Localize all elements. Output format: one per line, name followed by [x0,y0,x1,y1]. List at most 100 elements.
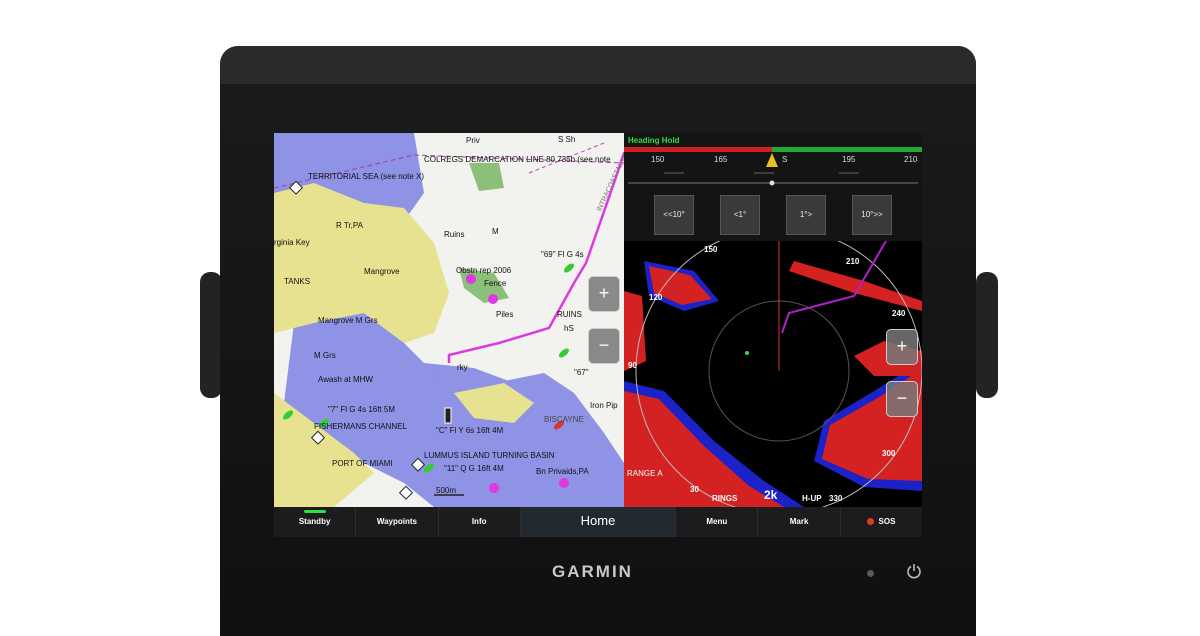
heading-scale-label: 210 [904,155,918,164]
device-top-bezel [220,46,976,84]
radar-display[interactable]: 150 210 120 240 90 300 30 330 RANGE A RI… [624,241,922,507]
bottom-navigation-bar: Standby Waypoints Info Home Menu Mark SO… [274,507,922,537]
radar-bearing-label: 210 [846,257,860,266]
chart-label: Awash at MHW [318,375,373,384]
tab-home[interactable]: Home [520,507,677,537]
chart-label: COLREGS DEMARCATION LINE 80.735b (see no… [424,155,611,164]
sos-icon [867,518,875,526]
tab-menu-label: Menu [706,517,728,526]
heading-pointer-icon [766,153,778,167]
tab-waypoints-label: Waypoints [376,517,417,526]
radar-range-value: 2k [764,488,778,502]
heading-scale-label: S [782,155,788,164]
rudder-indicator [769,180,775,186]
heading-scale-label: 165 [714,155,728,164]
tab-home-label: Home [580,513,616,528]
chart-label: RUINS [557,310,582,319]
right-side-knob [976,272,998,398]
radar-rings-label: RINGS [712,494,738,503]
chart-label: Obstn rep 2006 [456,266,512,275]
step-right-10-button[interactable]: 10°>> [852,195,892,235]
radar-bearing-label: 120 [649,293,663,302]
nav-aid-marker [559,478,569,488]
chart-label: Bn Privaids,PA [536,467,589,476]
display-screen: Priv S Sh COLREGS DEMARCATION LINE 80.73… [274,133,922,537]
nav-aid-marker [466,274,476,284]
radar-echo [624,291,646,371]
heading-scale-label: 150 [651,155,665,164]
left-side-knob [200,272,222,398]
radar-bearing-label: 30 [690,485,699,494]
chart-label: Fence [484,279,507,288]
chart-label: TERRITORIAL SEA (see note X) [308,172,425,181]
chart-label: FISHERMANS CHANNEL [314,422,407,431]
chart-label: Iron Pip [590,401,618,410]
chart-label: R Tr,PA [336,221,363,230]
chart-label: "7" Fl G 4s 16ft 5M [328,405,396,414]
step-left-10-button[interactable]: <<10° [654,195,694,235]
own-vessel-icon [444,407,452,424]
chart-label: rky [457,363,468,372]
chart-label: M [492,227,499,236]
navigation-chart-pane[interactable]: Priv S Sh COLREGS DEMARCATION LINE 80.73… [274,133,624,507]
radar-graphics [624,241,922,507]
chart-label: Ruins [444,230,465,239]
chart-label: "C" Fl Y 6s 16ft 4M [436,426,504,435]
chart-zoom-in-button[interactable]: + [588,276,620,312]
chart-label: PORT OF MIAMI [332,459,393,468]
radar-bearing-label: 90 [628,361,637,370]
chart-label: BISCAYNE [544,415,584,424]
heading-scale-label: 195 [842,155,856,164]
radar-range-status: RANGE A [627,469,663,478]
autopilot-panel: Heading Hold 150 165 S 195 210 <<10° <1°… [624,133,922,241]
radar-echo [789,261,922,311]
radar-zoom-out-button[interactable]: − [886,381,918,417]
radar-bearing-label: 240 [892,309,906,318]
chart-label: Mangrove M Grs [318,316,378,325]
chart-label: hS [564,324,574,333]
diamond-marker [398,485,414,500]
green-buoy-marker [559,348,569,358]
tab-mark[interactable]: Mark [758,507,841,537]
chart-label: S Sh [558,135,576,144]
chart-label: "69" Fl G 4s [541,250,584,259]
tab-sos-label: SOS [878,517,896,526]
radar-bearing-label: 150 [704,245,718,254]
chart-label: "11" Q G 16ft 4M [444,464,504,473]
tab-menu[interactable]: Menu [676,507,759,537]
heading-scale [624,147,922,186]
radar-target-marker [745,351,749,355]
chart-label: "67" [574,368,589,377]
tab-standby[interactable]: Standby [274,507,357,537]
chart-label: TANKS [284,277,311,286]
tab-waypoints[interactable]: Waypoints [356,507,439,537]
chart-label: LUMMUS ISLAND TURNING BASIN [424,451,555,460]
status-led-icon [867,570,874,577]
brand-logo: GARMIN [552,562,633,581]
nav-aid-marker [488,294,498,304]
marsh-area [469,163,504,191]
radar-orientation-label: H-UP [802,494,822,503]
tab-standby-label: Standby [298,517,331,526]
radar-pane[interactable]: Heading Hold 150 165 S 195 210 <<10° <1°… [624,133,922,507]
standby-indicator [303,510,326,513]
power-icon[interactable] [906,563,922,579]
step-right-1-button[interactable]: 1°> [786,195,826,235]
radar-zoom-in-button[interactable]: + [886,329,918,365]
tab-info[interactable]: Info [439,507,521,537]
radar-bearing-label: 330 [829,494,843,503]
chart-label: Priv [466,136,480,145]
chart-label: 500m [436,486,457,495]
radar-bearing-label: 300 [882,449,896,458]
chart-label: Piles [496,310,514,319]
chart-label: Mangrove [364,267,400,276]
nav-aid-marker [489,483,499,493]
tab-sos[interactable]: SOS [841,507,922,537]
chart-label: rginia Key [274,238,310,247]
chart-zoom-out-button[interactable]: − [588,328,620,364]
green-buoy-marker [564,263,574,273]
step-left-1-button[interactable]: <1° [720,195,760,235]
tab-mark-label: Mark [789,517,809,526]
chart-label: M Grs [314,351,336,360]
tab-info-label: Info [471,517,487,526]
